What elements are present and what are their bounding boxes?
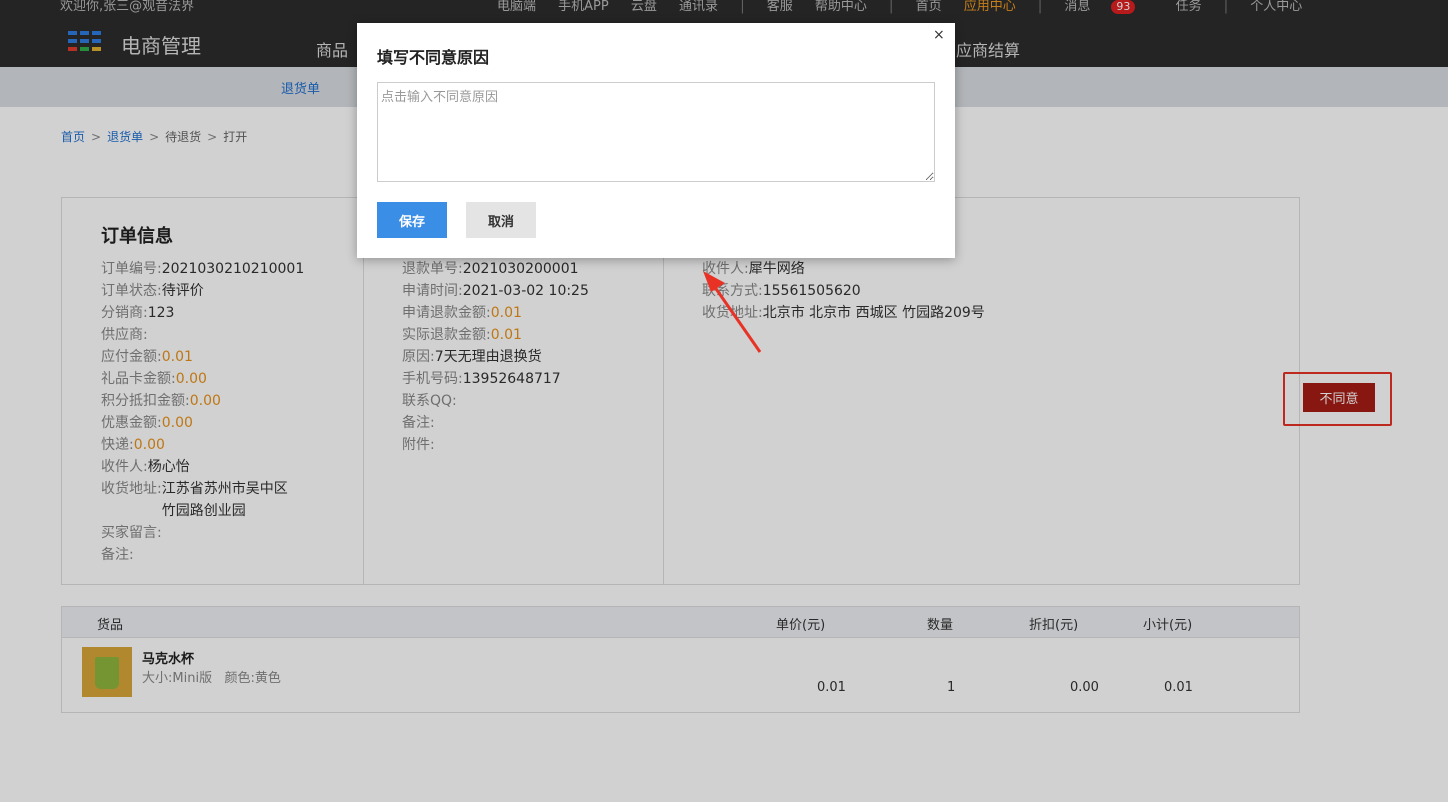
close-icon[interactable]: × <box>933 27 945 43</box>
reject-reason-dialog: 填写不同意原因 × 保存 取消 <box>357 23 955 258</box>
reject-reason-input[interactable] <box>377 82 935 182</box>
save-button[interactable]: 保存 <box>377 202 447 238</box>
page: 欢迎你,张三@观音法界 电脑端 手机APP 云盘 通讯录 | 客服 帮助中心 |… <box>0 0 1448 802</box>
dialog-title: 填写不同意原因 <box>377 48 490 67</box>
cancel-button[interactable]: 取消 <box>466 202 536 238</box>
